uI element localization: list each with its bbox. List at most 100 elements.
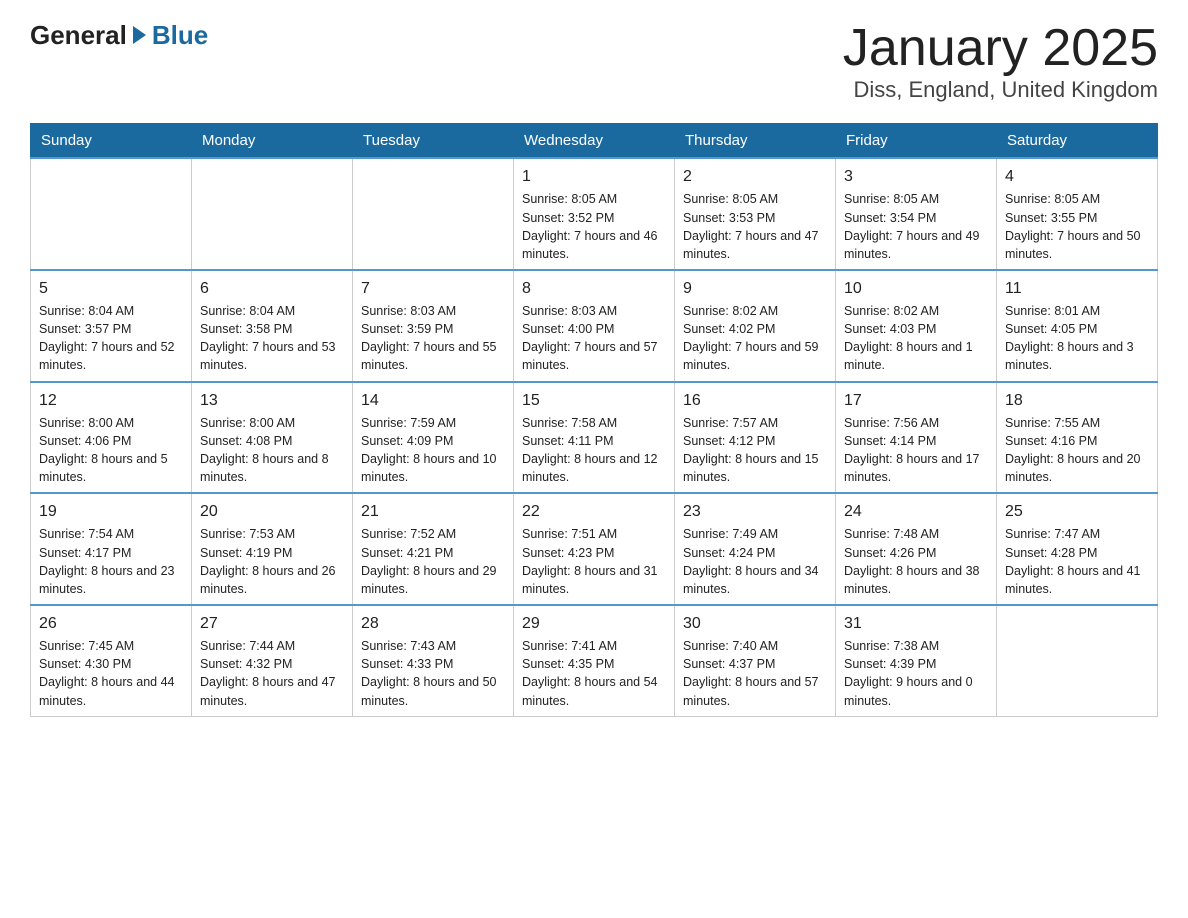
day-number: 5 [39,277,183,300]
day-number: 29 [522,612,666,635]
sunset-text: Sunset: 4:33 PM [361,655,505,673]
sunset-text: Sunset: 4:00 PM [522,320,666,338]
daylight-text: Daylight: 8 hours and 8 minutes. [200,450,344,486]
calendar-week-row: 19 Sunrise: 7:54 AMSunset: 4:17 PM Dayligh… [31,493,1158,605]
sunrise-text: Sunrise: 7:45 AM [39,637,183,655]
daylight-text: Daylight: 8 hours and 47 minutes. [200,673,344,709]
day-number: 7 [361,277,505,300]
daylight-text: Daylight: 7 hours and 47 minutes. [683,227,827,263]
calendar-cell: 10Sunrise: 8:02 AMSunset: 4:03 PMDayligh… [836,270,997,382]
sunrise-text: Sunrise: 7:57 AM [683,414,827,432]
day-number: 3 [844,165,988,188]
day-number: 27 [200,612,344,635]
sunrise-text: Sunrise: 7:52 AM [361,525,505,543]
daylight-text: Daylight: 7 hours and 46 minutes. [522,227,666,263]
sunset-text: Sunset: 4:28 PM [1005,544,1149,562]
sunset-text: Sunset: 4:37 PM [683,655,827,673]
sunrise-text: Sunrise: 7:55 AM [1005,414,1149,432]
calendar-cell: 13Sunrise: 8:00 AMSunset: 4:08 PMDayligh… [192,382,353,494]
header-tuesday: Tuesday [353,124,514,159]
calendar-cell: 31Sunrise: 7:38 AMSunset: 4:39 PMDayligh… [836,605,997,716]
day-number: 26 [39,612,183,635]
day-number: 22 [522,500,666,523]
daylight-text: Daylight: 8 hours and 26 minutes. [200,562,344,598]
day-number: 28 [361,612,505,635]
daylight-text: Daylight: 7 hours and 57 minutes. [522,338,666,374]
sunrise-text: Sunrise: 7:47 AM [1005,525,1149,543]
calendar-subtitle: Diss, England, United Kingdom [843,77,1158,103]
daylight-text: Daylight: 7 hours and 49 minutes. [844,227,988,263]
daylight-text: Daylight: 7 hours and 53 minutes. [200,338,344,374]
daylight-text: Daylight: 8 hours and 15 minutes. [683,450,827,486]
sunset-text: Sunset: 4:17 PM [39,544,183,562]
day-number: 17 [844,389,988,412]
day-number: 19 [39,500,183,523]
sunset-text: Sunset: 4:16 PM [1005,432,1149,450]
sunrise-text: Sunrise: 8:02 AM [844,302,988,320]
calendar-cell [192,158,353,270]
sunset-text: Sunset: 3:57 PM [39,320,183,338]
calendar-cell: 4Sunrise: 8:05 AMSunset: 3:55 PMDaylight… [997,158,1158,270]
daylight-text: Daylight: 8 hours and 31 minutes. [522,562,666,598]
day-number: 2 [683,165,827,188]
sunset-text: Sunset: 4:30 PM [39,655,183,673]
sunrise-text: Sunrise: 8:03 AM [361,302,505,320]
calendar-cell: 21Sunrise: 7:52 AMSunset: 4:21 PMDayligh… [353,493,514,605]
sunset-text: Sunset: 4:19 PM [200,544,344,562]
sunrise-text: Sunrise: 7:56 AM [844,414,988,432]
calendar-week-row: 12Sunrise: 8:00 AMSunset: 4:06 PMDayligh… [31,382,1158,494]
sunset-text: Sunset: 4:12 PM [683,432,827,450]
calendar-title: January 2025 [843,20,1158,77]
header-wednesday: Wednesday [514,124,675,159]
calendar-cell: 18Sunrise: 7:55 AMSunset: 4:16 PMDayligh… [997,382,1158,494]
sunset-text: Sunset: 4:05 PM [1005,320,1149,338]
sunset-text: Sunset: 4:35 PM [522,655,666,673]
sunrise-text: Sunrise: 7:59 AM [361,414,505,432]
daylight-text: Daylight: 8 hours and 41 minutes. [1005,562,1149,598]
sunrise-text: Sunrise: 8:04 AM [39,302,183,320]
sunrise-text: Sunrise: 7:49 AM [683,525,827,543]
sunrise-text: Sunrise: 8:05 AM [522,190,666,208]
calendar-cell: 28Sunrise: 7:43 AMSunset: 4:33 PMDayligh… [353,605,514,716]
calendar-cell: 23Sunrise: 7:49 AMSunset: 4:24 PMDayligh… [675,493,836,605]
sunrise-text: Sunrise: 8:05 AM [683,190,827,208]
daylight-text: Daylight: 8 hours and 20 minutes. [1005,450,1149,486]
calendar-cell: 9Sunrise: 8:02 AMSunset: 4:02 PMDaylight… [675,270,836,382]
sunset-text: Sunset: 3:54 PM [844,209,988,227]
day-number: 20 [200,500,344,523]
calendar-cell: 30Sunrise: 7:40 AMSunset: 4:37 PMDayligh… [675,605,836,716]
calendar-cell: 17Sunrise: 7:56 AMSunset: 4:14 PMDayligh… [836,382,997,494]
calendar-cell: 25Sunrise: 7:47 AMSunset: 4:28 PMDayligh… [997,493,1158,605]
header-thursday: Thursday [675,124,836,159]
sunrise-text: Sunrise: 7:48 AM [844,525,988,543]
sunrise-text: Sunrise: 7:40 AM [683,637,827,655]
sunrise-text: Sunrise: 7:58 AM [522,414,666,432]
sunset-text: Sunset: 3:58 PM [200,320,344,338]
calendar-cell: 3 Sunrise: 8:05 AMSunset: 3:54 PMDaylight… [836,158,997,270]
sunset-text: Sunset: 3:55 PM [1005,209,1149,227]
sunset-text: Sunset: 3:52 PM [522,209,666,227]
calendar-cell: 29Sunrise: 7:41 AMSunset: 4:35 PMDayligh… [514,605,675,716]
daylight-text: Daylight: 9 hours and 0 minutes. [844,673,988,709]
daylight-text: Daylight: 8 hours and 50 minutes. [361,673,505,709]
calendar-cell [353,158,514,270]
calendar-cell: 19Sunrise: 7:54 AMSunset: 4:17 PMDayligh… [31,493,192,605]
sunset-text: Sunset: 4:24 PM [683,544,827,562]
header-sunday: Sunday [31,124,192,159]
day-number: 13 [200,389,344,412]
calendar-table: Sunday Monday Tuesday Wednesday Thursday… [30,123,1158,716]
sunrise-text: Sunrise: 7:54 AM [39,525,183,543]
calendar-cell: 11Sunrise: 8:01 AMSunset: 4:05 PMDayligh… [997,270,1158,382]
sunrise-text: Sunrise: 8:05 AM [844,190,988,208]
sunrise-text: Sunrise: 8:02 AM [683,302,827,320]
daylight-text: Daylight: 7 hours and 55 minutes. [361,338,505,374]
calendar-cell: 24Sunrise: 7:48 AMSunset: 4:26 PMDayligh… [836,493,997,605]
sunrise-text: Sunrise: 8:05 AM [1005,190,1149,208]
daylight-text: Daylight: 8 hours and 29 minutes. [361,562,505,598]
sunset-text: Sunset: 4:06 PM [39,432,183,450]
header-monday: Monday [192,124,353,159]
logo: General Blue [30,20,208,51]
daylight-text: Daylight: 8 hours and 1 minute. [844,338,988,374]
calendar-cell: 6Sunrise: 8:04 AMSunset: 3:58 PMDaylight… [192,270,353,382]
day-number: 21 [361,500,505,523]
